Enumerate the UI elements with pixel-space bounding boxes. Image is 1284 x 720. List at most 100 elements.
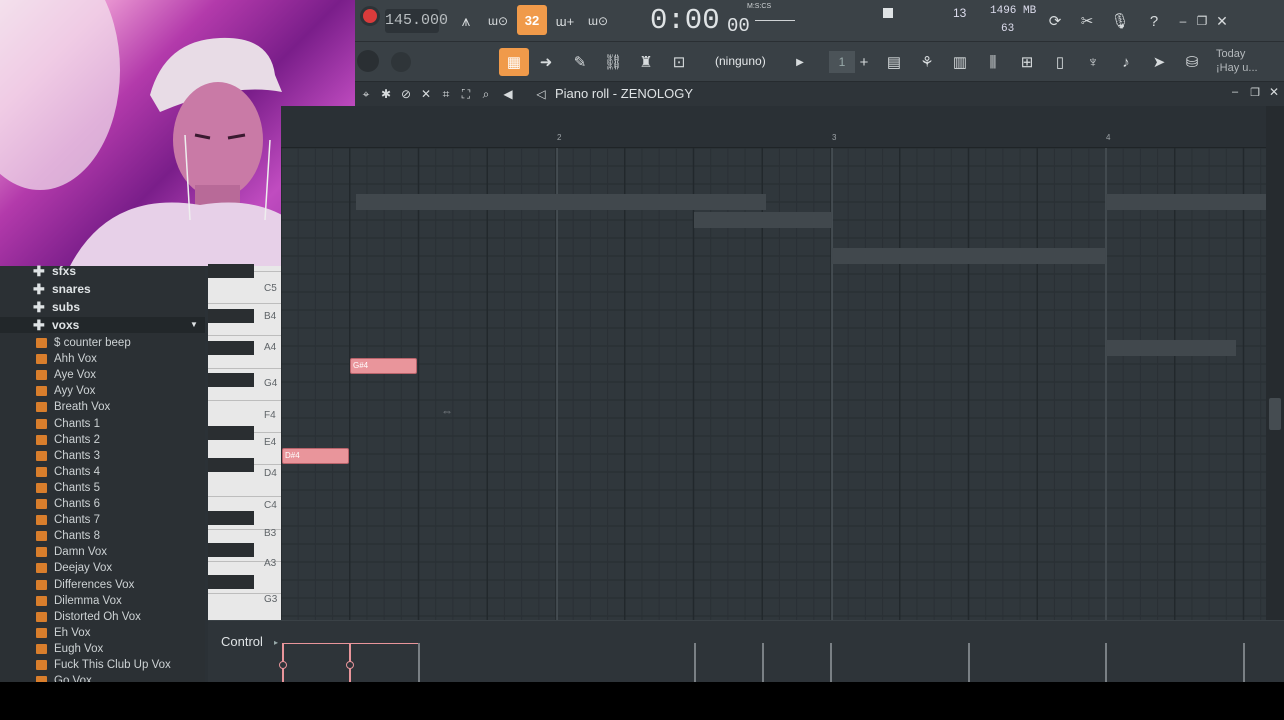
record-button[interactable]: [363, 9, 377, 23]
snap-32-button[interactable]: 32: [517, 5, 547, 35]
window-detach-icon[interactable]: ❐: [1245, 82, 1265, 102]
black-key[interactable]: [208, 264, 254, 278]
folder-collapse-icon: ▼: [190, 320, 198, 329]
browser-folder-subs[interactable]: ✚ subs: [0, 299, 205, 315]
browser-file[interactable]: Deejay Vox: [0, 560, 205, 576]
browser-file[interactable]: Eugh Vox: [0, 641, 205, 657]
browser-file[interactable]: Chants 1: [0, 416, 205, 432]
velocity-bar: [968, 643, 970, 683]
microphone-icon[interactable]: 🎙: [1107, 8, 1133, 34]
velocity-handle[interactable]: [346, 661, 354, 669]
key-label: G3: [264, 594, 278, 605]
delete-tool-icon[interactable]: ⊘: [395, 82, 417, 106]
play-triangle-icon[interactable]: ▶: [787, 49, 813, 75]
select-tool-icon[interactable]: ⛶: [455, 82, 477, 106]
velocity-bar[interactable]: [279, 643, 287, 683]
note-grid[interactable]: 2 3 4 G#4 D#4 ⇔: [281, 106, 1266, 620]
add-pattern-icon[interactable]: +: [851, 49, 877, 75]
stamp-icon[interactable]: ♜: [633, 49, 659, 75]
browser-file[interactable]: $ counter beep: [0, 335, 205, 351]
browser-file[interactable]: Ayy Vox: [0, 383, 205, 399]
share-icon[interactable]: ➤: [1146, 49, 1172, 75]
black-key[interactable]: [208, 511, 254, 525]
browser-file[interactable]: Chants 6: [0, 496, 205, 512]
step-edit-icon[interactable]: ɯ+: [552, 8, 578, 34]
velocity-bar[interactable]: [346, 643, 354, 683]
browser-folder-sfxs[interactable]: ✚ sfxs: [0, 263, 205, 279]
browser-folder-voxs[interactable]: ✚ voxs ▼: [0, 317, 205, 333]
guitar-icon[interactable]: ♪: [1113, 49, 1139, 75]
control-lane[interactable]: Control ▸: [208, 620, 1284, 683]
loop-record-icon[interactable]: ɯ⊙: [585, 8, 611, 34]
browser-file[interactable]: Fuck This Club Up Vox: [0, 657, 205, 673]
piano-roll-title[interactable]: Piano roll - ZENOLOGY: [555, 86, 693, 101]
velocity-handle[interactable]: [279, 661, 287, 669]
mixer-icon[interactable]: ⫼: [980, 49, 1006, 75]
browser-file[interactable]: Aye Vox: [0, 367, 205, 383]
browser-file[interactable]: Distorted Oh Vox: [0, 609, 205, 625]
browser-file[interactable]: Chants 2: [0, 432, 205, 448]
arrow-right-icon[interactable]: ➜: [533, 49, 559, 75]
pattern-icon[interactable]: ⊡: [666, 49, 692, 75]
browser-file[interactable]: Ahh Vox: [0, 351, 205, 367]
slice-tool-icon[interactable]: ⌗: [435, 82, 457, 106]
browser-file[interactable]: Chants 5: [0, 480, 205, 496]
browser-file[interactable]: Differences Vox: [0, 577, 205, 593]
window-close-icon[interactable]: ✕: [1264, 82, 1284, 102]
note-g-sharp-4[interactable]: G#4: [350, 358, 417, 374]
browser-file[interactable]: Eh Vox: [0, 625, 205, 641]
control-dropdown-icon[interactable]: ▸: [274, 638, 278, 647]
document-icon[interactable]: ▯: [1047, 49, 1073, 75]
browser-file[interactable]: Chants 8: [0, 528, 205, 544]
note-d-sharp-4[interactable]: D#4: [282, 448, 349, 464]
browser-icon[interactable]: ⊞: [1014, 49, 1040, 75]
control-lane-label[interactable]: Control: [221, 634, 263, 649]
piano-roll-view-icon[interactable]: ▦: [499, 48, 529, 76]
link-icon[interactable]: ⛓: [600, 49, 626, 75]
wait-input-icon[interactable]: ɯ⊙: [485, 8, 511, 34]
browser-folder-snares[interactable]: ✚ snares: [0, 281, 205, 297]
tools-icon[interactable]: ✱: [375, 82, 397, 106]
vertical-scrollbar[interactable]: [1266, 106, 1284, 620]
shop-icon[interactable]: ⛁: [1179, 49, 1205, 75]
pattern-selector[interactable]: (ninguno): [715, 54, 766, 68]
scroll-thumb[interactable]: [1269, 398, 1281, 430]
zoom-icon[interactable]: ⌕: [475, 82, 497, 106]
metronome-icon[interactable]: ⩚: [453, 8, 479, 34]
news-hint[interactable]: Today ¡Hay u...: [1216, 47, 1258, 75]
master-pitch-knob[interactable]: [391, 52, 411, 72]
tempo-display[interactable]: 145.000: [385, 9, 448, 33]
window-minimize-icon[interactable]: –: [1225, 82, 1245, 102]
mute-tool-icon[interactable]: ✕: [415, 82, 437, 106]
help-button[interactable]: ?: [1141, 8, 1167, 34]
browser-file[interactable]: Dilemma Vox: [0, 593, 205, 609]
refresh-icon[interactable]: ⟳: [1042, 8, 1068, 34]
brush-icon[interactable]: ✎: [567, 49, 593, 75]
piano-keyboard[interactable]: C5 B4 A4 G4 F4 E4 D4 C4 B3 A3 G3: [208, 264, 281, 627]
magnet-icon[interactable]: ⌖: [355, 82, 377, 106]
speaker-icon[interactable]: ◁: [530, 82, 552, 106]
browser-file[interactable]: Chants 7: [0, 512, 205, 528]
browser-file[interactable]: Chants 4: [0, 464, 205, 480]
black-key[interactable]: [208, 575, 254, 589]
master-volume-knob[interactable]: [357, 50, 379, 72]
playlist-icon[interactable]: ▤: [881, 49, 907, 75]
ruler-bar-4: 4: [1106, 133, 1111, 142]
black-key[interactable]: [208, 309, 254, 323]
close-icon[interactable]: ✕: [1209, 8, 1235, 34]
browser-file[interactable]: Damn Vox: [0, 544, 205, 560]
black-key[interactable]: [208, 341, 254, 355]
cut-tools-icon[interactable]: ✂: [1074, 8, 1100, 34]
channel-rack-icon[interactable]: ▥: [947, 49, 973, 75]
black-key[interactable]: [208, 458, 254, 472]
playback-icon[interactable]: ◀: [497, 82, 519, 106]
plugin-icon[interactable]: ♆: [1080, 49, 1106, 75]
browser-file[interactable]: Breath Vox: [0, 399, 205, 415]
black-key[interactable]: [208, 426, 254, 440]
piano-roll-icon[interactable]: ⚘: [914, 49, 940, 75]
black-key[interactable]: [208, 543, 254, 557]
browser-file[interactable]: Chants 3: [0, 448, 205, 464]
black-key[interactable]: [208, 373, 254, 387]
key-label: C4: [264, 500, 277, 511]
timeline-ruler[interactable]: 2 3 4: [281, 106, 1266, 148]
